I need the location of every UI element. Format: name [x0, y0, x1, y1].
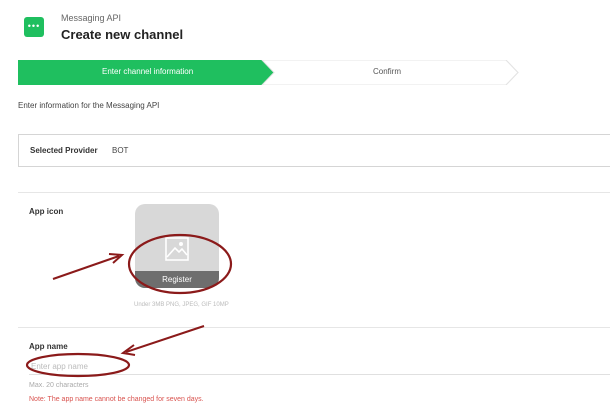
intro-text: Enter information for the Messaging API [18, 101, 160, 110]
app-name-label: App name [29, 342, 68, 351]
header-subtitle: Messaging API [61, 13, 122, 23]
step-enter-info: Enter channel information [102, 67, 194, 76]
annotation-arrow-register [52, 255, 120, 280]
app-icon-hint: Under 3MB PNG, JPEG, GIF 10MP [134, 302, 229, 308]
section-divider [18, 327, 610, 328]
progress-stepper: Enter channel information Confirm [18, 60, 610, 85]
provider-value: BOT [112, 146, 129, 155]
max-chars-hint: Max. 20 characters [29, 382, 89, 389]
annotation-arrowhead-register [108, 253, 125, 264]
app-icon-upload[interactable]: Register [135, 204, 219, 288]
image-placeholder-icon [165, 237, 189, 261]
chat-bubble-icon: ••• [24, 17, 44, 37]
selected-provider-row: Selected Provider BOT [18, 134, 610, 167]
page-title: Create new channel [61, 27, 184, 42]
app-name-input[interactable] [29, 358, 610, 375]
app-name-note: Note: The app name cannot be changed for… [29, 396, 204, 403]
register-button[interactable]: Register [135, 271, 219, 288]
annotation-arrowhead-app-name [120, 344, 136, 356]
provider-label: Selected Provider [30, 146, 98, 155]
step-confirm: Confirm [373, 67, 402, 76]
app-icon-label: App icon [29, 207, 64, 216]
section-divider [18, 192, 610, 193]
annotation-arrow-app-name [125, 325, 205, 353]
